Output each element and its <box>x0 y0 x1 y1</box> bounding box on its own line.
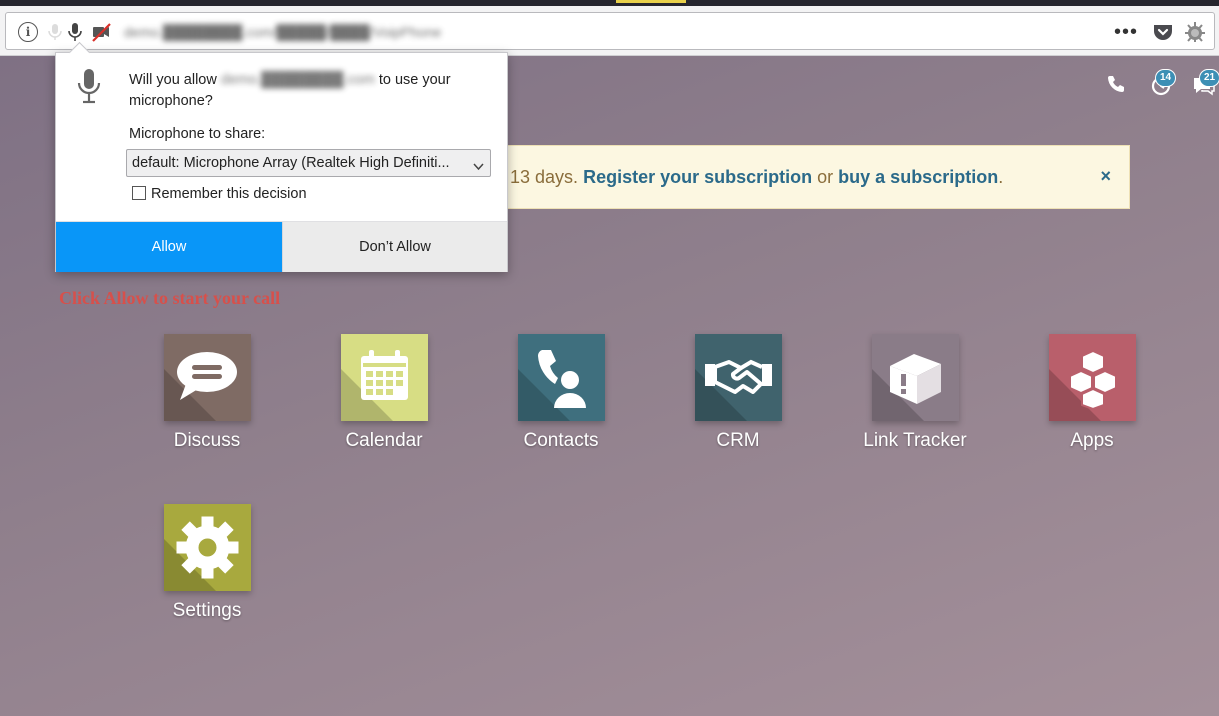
box-icon <box>889 354 941 404</box>
gear-icon <box>176 516 238 579</box>
app-label: Discuss <box>173 430 241 451</box>
permission-icon[interactable] <box>46 22 64 42</box>
app-link-tracker[interactable]: Link Tracker <box>840 334 990 452</box>
calendar-icon <box>360 350 408 400</box>
banner-or-text: or <box>817 167 834 187</box>
bug-icon[interactable] <box>1184 21 1206 43</box>
microphone-icon <box>76 67 102 107</box>
microphone-select[interactable]: default: Microphone Array (Realtek High … <box>126 149 491 177</box>
chat-bubble-icon <box>176 352 237 400</box>
remember-checkbox[interactable] <box>132 186 146 200</box>
app-apps[interactable]: Apps <box>1017 334 1167 452</box>
app-discuss[interactable]: Discuss <box>132 334 282 452</box>
app-tile-discuss[interactable] <box>163 334 251 421</box>
buy-subscription-link[interactable]: buy a subscription <box>838 167 998 187</box>
app-label: Calendar <box>345 430 423 451</box>
app-tile-link-tracker[interactable] <box>871 334 959 421</box>
banner-period: . <box>998 167 1004 187</box>
microphone-permission-popup: Will you allow demo.████████.com to use … <box>55 52 508 272</box>
share-label: Microphone to share: <box>129 126 266 142</box>
app-tile-calendar[interactable] <box>340 334 428 421</box>
info-icon[interactable]: i <box>18 22 38 42</box>
activity-count-badge: 14 <box>1155 69 1177 87</box>
pocket-icon[interactable] <box>1152 22 1174 42</box>
banner-text: n 13 days. Register your subscription or… <box>495 167 1003 188</box>
instruction-text: Click Allow to start your call <box>59 288 281 308</box>
chat-count-badge: 21 <box>1199 69 1219 87</box>
app-tile-apps[interactable] <box>1048 334 1136 421</box>
selected-device: default: Microphone Array (Realtek High … <box>132 155 450 171</box>
microphone-icon[interactable] <box>66 21 84 43</box>
address-bar[interactable]: i demo.████████.com/█████/████/VoipPhone… <box>5 12 1215 50</box>
handshake-icon <box>704 359 772 394</box>
app-tile-contacts[interactable] <box>517 334 605 421</box>
chevron-down-icon <box>473 159 484 171</box>
popup-buttons: Allow Don’t Allow <box>56 221 507 272</box>
question-host: demo.████████.com <box>220 72 375 88</box>
question-prefix: Will you allow <box>129 72 217 88</box>
permission-question: Will you allow demo.████████.com to use … <box>129 70 494 112</box>
dont-allow-button[interactable]: Don’t Allow <box>282 222 507 272</box>
app-calendar[interactable]: Calendar <box>309 334 459 452</box>
app-tile-crm[interactable] <box>694 334 782 421</box>
phone-icon[interactable] <box>1106 74 1126 94</box>
browser-toolbar: i demo.████████.com/█████/████/VoipPhone… <box>0 6 1219 56</box>
cubes-icon <box>1068 349 1117 411</box>
app-label: CRM <box>716 430 760 451</box>
camera-blocked-icon[interactable] <box>90 21 112 43</box>
app-label: Link Tracker <box>863 430 967 451</box>
subscription-banner: n 13 days. Register your subscription or… <box>480 145 1130 209</box>
contact-phone-icon <box>537 350 586 408</box>
app-crm[interactable]: CRM <box>663 334 813 452</box>
ellipsis-icon[interactable]: ••• <box>1114 22 1138 42</box>
allow-button[interactable]: Allow <box>56 222 282 272</box>
remember-label[interactable]: Remember this decision <box>151 186 307 202</box>
url-text[interactable]: demo.████████.com/█████/████/VoipPhone <box>124 24 441 40</box>
register-subscription-link[interactable]: Register your subscription <box>583 167 812 187</box>
app-tile-settings[interactable] <box>163 504 251 591</box>
close-icon[interactable]: × <box>1100 166 1111 187</box>
app-label: Apps <box>1070 430 1114 451</box>
app-settings[interactable]: Settings <box>132 504 282 622</box>
app-contacts[interactable]: Contacts <box>486 334 636 452</box>
app-label: Settings <box>172 600 242 621</box>
app-label: Contacts <box>523 430 599 451</box>
tab-accent <box>616 0 686 3</box>
